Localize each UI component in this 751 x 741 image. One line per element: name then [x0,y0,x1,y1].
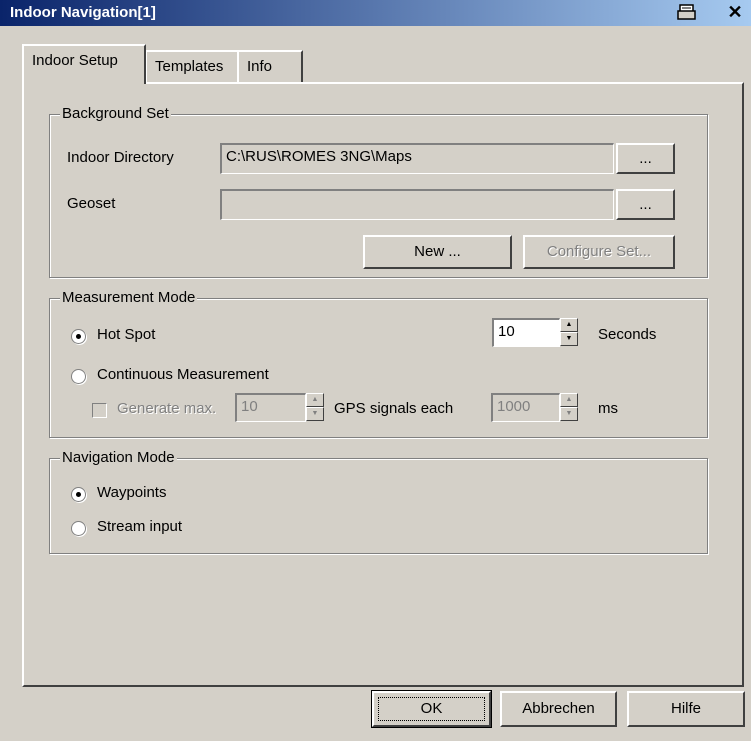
indoor-directory-label: Indoor Directory [67,149,174,166]
print-icon[interactable] [677,3,697,21]
tab-label: Info [247,58,273,75]
geoset-label: Geoset [67,195,116,212]
stream-input-radio[interactable] [71,521,86,536]
help-button[interactable]: Hilfe [627,691,745,727]
new-button[interactable]: New ... [363,235,512,269]
tab-info[interactable]: Info [237,50,303,82]
background-set-group: Background Set Indoor Directory C:\RUS\R… [49,105,708,278]
waypoints-label: Waypoints [97,484,167,501]
cancel-button[interactable]: Abbrechen [500,691,617,727]
generate-max-checkbox[interactable] [92,403,107,418]
spin-up-icon[interactable]: ▲ [560,393,578,407]
group-title: Navigation Mode [60,449,177,466]
continuous-measurement-radio[interactable] [71,369,86,384]
seconds-label: Seconds [598,326,657,343]
browse-geoset-button[interactable]: ... [616,189,675,220]
generate-max-input[interactable]: 10 [235,393,306,422]
gps-interval-spinner[interactable]: ▲ ▼ [560,393,578,421]
stream-input-label: Stream input [97,518,183,535]
generate-max-spinner[interactable]: ▲ ▼ [306,393,324,421]
close-icon[interactable]: ✕ [725,3,745,21]
generate-max-label: Generate max. [117,400,217,417]
indoor-directory-field[interactable]: C:\RUS\ROMES 3NG\Maps [220,143,614,174]
ms-label: ms [598,400,618,417]
configure-set-button[interactable]: Configure Set... [523,235,675,269]
browse-directory-button[interactable]: ... [616,143,675,174]
hot-spot-label: Hot Spot [97,326,156,343]
spin-down-icon[interactable]: ▼ [560,407,578,421]
gps-interval-input[interactable]: 1000 [491,393,560,422]
tab-panel: Background Set Indoor Directory C:\RUS\R… [22,82,744,687]
group-title: Background Set [60,105,171,122]
gps-signals-label: GPS signals each [334,400,454,417]
waypoints-radio[interactable] [71,487,86,502]
tab-label: Indoor Setup [32,52,118,69]
spin-up-icon[interactable]: ▲ [306,393,324,407]
measurement-mode-group: Measurement Mode Hot Spot 10 ▲ ▼ Seconds… [49,289,708,438]
focus-rect [378,697,485,721]
navigation-mode-group: Navigation Mode Waypoints Stream input [49,449,708,554]
hot-spot-seconds-input[interactable]: 10 [492,318,560,347]
spin-down-icon[interactable]: ▼ [560,332,578,346]
continuous-measurement-label: Continuous Measurement [97,366,269,383]
spin-up-icon[interactable]: ▲ [560,318,578,332]
tab-label: Templates [155,58,224,75]
ok-button[interactable]: OK [371,690,492,728]
window-title: Indoor Navigation[1] [10,4,156,21]
tab-indoor-setup[interactable]: Indoor Setup [22,44,146,84]
tab-templates[interactable]: Templates [145,50,239,82]
hot-spot-radio[interactable] [71,329,86,344]
spin-down-icon[interactable]: ▼ [306,407,324,421]
hot-spot-spinner[interactable]: ▲ ▼ [560,318,578,346]
group-title: Measurement Mode [60,289,198,306]
geoset-field[interactable] [220,189,614,220]
title-bar: Indoor Navigation[1] ✕ [0,0,751,26]
